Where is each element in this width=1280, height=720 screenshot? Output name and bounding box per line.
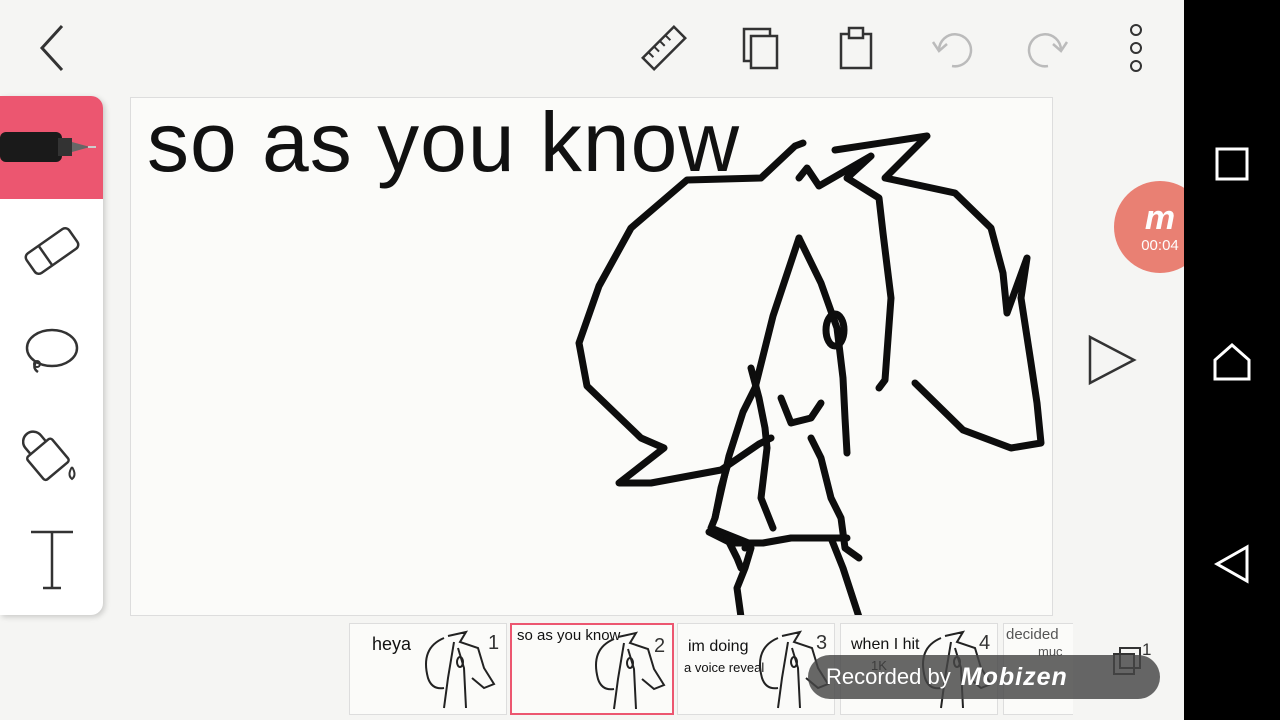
recorder-watermark: Recorded by Mobizen: [808, 655, 1160, 699]
frame-caption: heya: [372, 634, 412, 654]
recents-button[interactable]: [1208, 140, 1256, 188]
pen-tool[interactable]: [0, 96, 103, 199]
redo-icon[interactable]: [1022, 22, 1074, 74]
back-nav-button[interactable]: [1208, 540, 1256, 588]
back-triangle-icon: [1214, 544, 1249, 584]
flipaclip-editor: so as you know m 00:04 heya 1 so as you …: [0, 0, 1280, 720]
character-drawing: [575, 132, 1045, 615]
top-toolbar: [0, 0, 1184, 96]
drawing-canvas[interactable]: so as you know: [130, 97, 1053, 616]
watermark-label: Recorded by: [826, 664, 951, 689]
frame-thumbnail-2[interactable]: so as you know 2: [510, 623, 674, 715]
recording-time: 00:04: [1141, 236, 1179, 254]
lasso-tool[interactable]: [0, 302, 103, 405]
ruler-icon[interactable]: [638, 22, 690, 74]
home-button[interactable]: [1208, 338, 1256, 386]
undo-icon[interactable]: [926, 22, 978, 74]
frame-caption: im doing: [688, 638, 749, 655]
android-nav-bar: [1184, 0, 1280, 720]
back-icon[interactable]: [24, 22, 76, 74]
play-icon: [1088, 334, 1137, 386]
frame-thumbnail-1[interactable]: heya 1: [349, 623, 507, 715]
frame-caption: when I hit: [851, 636, 920, 653]
text-tool-icon: [30, 530, 73, 589]
lasso-icon: [25, 328, 78, 373]
more-icon[interactable]: [1110, 22, 1162, 74]
pen-icon: [0, 132, 96, 162]
home-icon: [1213, 342, 1251, 381]
fill-tool[interactable]: [0, 405, 103, 508]
text-tool[interactable]: [0, 508, 103, 611]
recents-icon: [1215, 147, 1249, 181]
copy-icon[interactable]: [734, 22, 786, 74]
eraser-icon: [24, 226, 79, 275]
tool-palette: [0, 96, 103, 615]
frame-figure: [425, 630, 496, 709]
eraser-tool[interactable]: [0, 199, 103, 302]
frame-caption: decided: [1006, 626, 1059, 643]
fill-bucket-icon: [21, 429, 75, 481]
paste-icon[interactable]: [830, 22, 882, 74]
frame-figure: [595, 631, 666, 710]
watermark-brand: Mobizen: [960, 662, 1068, 691]
play-button[interactable]: [1086, 333, 1138, 387]
recorder-logo: m: [1144, 198, 1176, 237]
